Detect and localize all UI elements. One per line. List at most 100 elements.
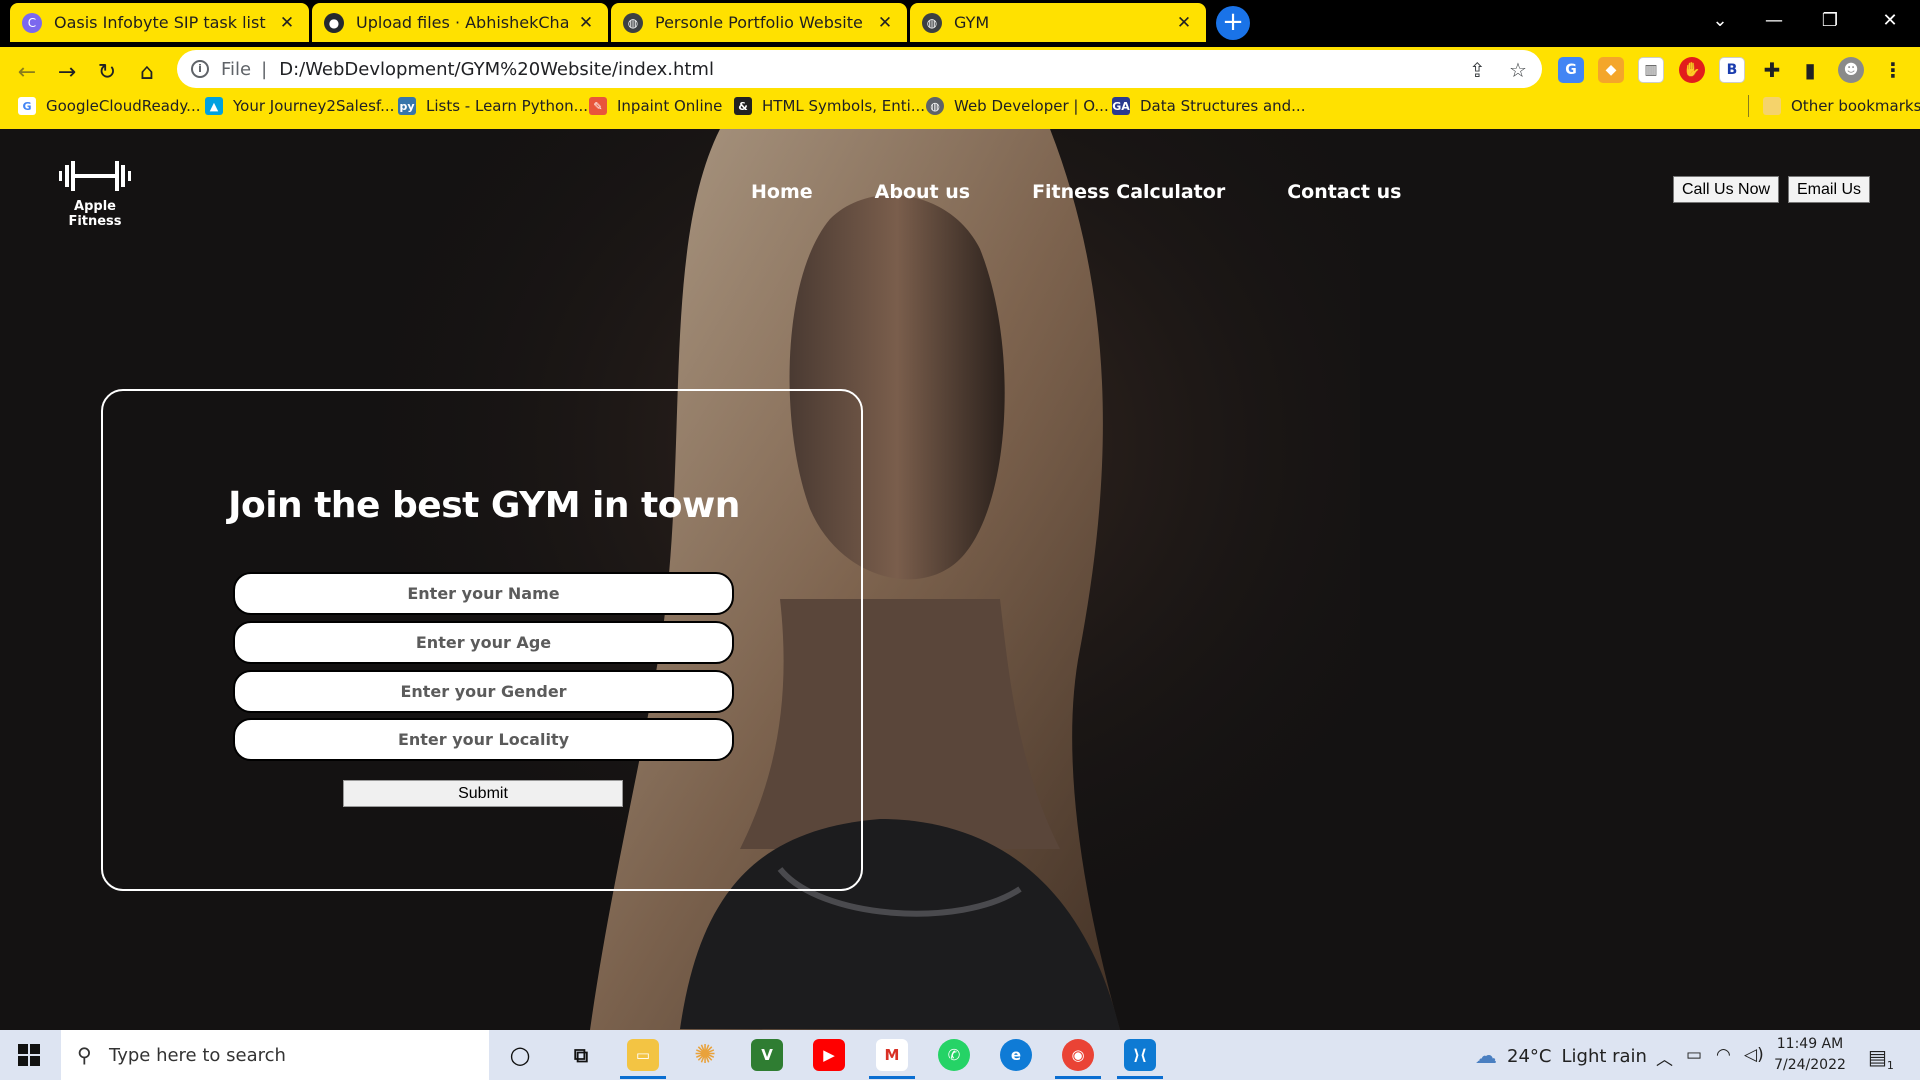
- taskbar-clock[interactable]: 11:49 AM 7/24/2022: [1770, 1034, 1850, 1076]
- globe-icon: ◍: [623, 12, 643, 33]
- edge-icon[interactable]: e: [1000, 1039, 1032, 1071]
- bookmark-item[interactable]: G GoogleCloudReady...: [18, 92, 200, 120]
- weather-temp: 24°C: [1507, 1046, 1552, 1067]
- logo-caption: Apple Fitness: [68, 199, 122, 229]
- windows-start-icon[interactable]: [18, 1044, 40, 1066]
- back-button[interactable]: ←: [10, 55, 44, 89]
- reader-icon[interactable]: ▥: [1638, 57, 1664, 83]
- dumbbell-icon: [59, 161, 131, 191]
- clock-date: 7/24/2022: [1774, 1057, 1846, 1073]
- inpaint-icon: ✎: [589, 97, 607, 115]
- vim-icon[interactable]: V: [751, 1039, 783, 1071]
- restore-button[interactable]: ❐: [1802, 0, 1858, 40]
- google-icon: G: [18, 97, 36, 115]
- gender-input[interactable]: Enter your Gender: [233, 670, 734, 713]
- file-explorer-icon[interactable]: ▭: [627, 1039, 659, 1071]
- call-us-now-button[interactable]: Call Us Now: [1673, 176, 1780, 203]
- google-translate-icon[interactable]: G: [1558, 57, 1584, 83]
- close-window-button[interactable]: ✕: [1862, 0, 1918, 40]
- age-input[interactable]: Enter your Age: [233, 621, 734, 664]
- side-panel-icon[interactable]: ▮: [1797, 57, 1823, 83]
- name-input[interactable]: Enter your Name: [233, 572, 734, 615]
- menu-kebab-icon[interactable]: ⋮: [1880, 57, 1906, 83]
- task-view-icon[interactable]: ⧉: [565, 1039, 597, 1071]
- weather-widget[interactable]: ☁ 24°C Light rain: [1475, 1044, 1647, 1069]
- extension-cube-icon[interactable]: ◆: [1598, 57, 1624, 83]
- reload-button[interactable]: ↻: [90, 55, 124, 89]
- globe-icon: ◍: [922, 12, 942, 33]
- browser-tab-gym[interactable]: ◍ GYM ✕: [910, 3, 1206, 42]
- url-text[interactable]: D:/WebDevlopment/GYM%20Website/index.htm…: [279, 59, 714, 80]
- browser-tab-oasis[interactable]: C Oasis Infobyte SIP task list ✕: [10, 3, 309, 42]
- url-separator: |: [261, 58, 268, 80]
- cortana-icon[interactable]: ○: [504, 1039, 536, 1071]
- share-icon[interactable]: ⇪: [1469, 58, 1486, 82]
- notification-count: 1: [1886, 1059, 1894, 1072]
- chrome-icon[interactable]: ◉: [1062, 1039, 1094, 1071]
- address-bar[interactable]: i File | D:/WebDevlopment/GYM%20Website/…: [177, 50, 1542, 88]
- salesforce-icon: ▲: [205, 97, 223, 115]
- extension-b-icon[interactable]: B: [1719, 57, 1745, 83]
- bookmark-label: Data Structures and...: [1140, 97, 1306, 115]
- new-tab-button[interactable]: +: [1216, 6, 1250, 40]
- tab-title: Upload files · AbhishekChavan00: [356, 13, 568, 32]
- tab-title: GYM: [954, 13, 990, 32]
- wifi-icon[interactable]: ◠: [1716, 1045, 1731, 1065]
- bookmarks-divider: [1748, 95, 1749, 117]
- close-tab-icon[interactable]: ✕: [277, 13, 297, 33]
- tab-title: Personle Portfolio Website: [655, 13, 863, 32]
- nav-contact-us[interactable]: Contact us: [1287, 181, 1401, 203]
- site-logo[interactable]: Apple Fitness: [49, 159, 141, 229]
- site-info-icon[interactable]: i: [191, 60, 209, 78]
- photos-pinwheel-icon[interactable]: ✺: [689, 1039, 721, 1071]
- nav-home[interactable]: Home: [751, 181, 813, 203]
- notification-center-icon[interactable]: ▤1: [1868, 1045, 1894, 1072]
- gym-page: Apple Fitness Home About us Fitness Calc…: [0, 129, 1920, 1030]
- browser-tab-strip: C Oasis Infobyte SIP task list ✕ ● Uploa…: [0, 0, 1920, 47]
- show-hidden-icons-chevron[interactable]: ︿: [1656, 1045, 1673, 1070]
- tab-search-chevron-icon[interactable]: ⌄: [1692, 0, 1748, 40]
- gfg-icon: GA: [1112, 97, 1130, 115]
- bookmark-item[interactable]: ◍ Web Developer | O...: [926, 92, 1109, 120]
- browser-tab-github[interactable]: ● Upload files · AbhishekChavan00 ✕: [312, 3, 608, 42]
- gmail-icon[interactable]: M: [876, 1039, 908, 1071]
- bookmark-label: Your Journey2Salesf...: [233, 97, 395, 115]
- bookmark-item[interactable]: GA Data Structures and...: [1112, 92, 1305, 120]
- bookmark-item[interactable]: & HTML Symbols, Enti...: [734, 92, 925, 120]
- join-form-card: Join the best GYM in town Enter your Nam…: [101, 389, 863, 891]
- locality-input[interactable]: Enter your Locality: [233, 718, 734, 761]
- bookmark-star-icon[interactable]: ☆: [1509, 58, 1527, 82]
- github-icon: ●: [324, 12, 344, 33]
- nav-fitness-calculator[interactable]: Fitness Calculator: [1032, 181, 1225, 203]
- bookmarks-bar: G GoogleCloudReady... ▲ Your Journey2Sal…: [0, 92, 1920, 124]
- minimize-button[interactable]: —: [1746, 0, 1802, 40]
- bookmark-item[interactable]: py Lists - Learn Python...: [398, 92, 588, 120]
- close-tab-icon[interactable]: ✕: [576, 13, 596, 33]
- browser-tab-portfolio[interactable]: ◍ Personle Portfolio Website ✕: [611, 3, 907, 42]
- nav-about-us[interactable]: About us: [875, 181, 970, 203]
- bookmark-item[interactable]: ▲ Your Journey2Salesf...: [205, 92, 394, 120]
- battery-icon[interactable]: ▭: [1686, 1045, 1702, 1065]
- bookmark-label: Web Developer | O...: [954, 97, 1109, 115]
- vscode-icon[interactable]: ⟩⟨: [1124, 1039, 1156, 1071]
- forward-button[interactable]: →: [50, 55, 84, 89]
- clickup-icon: C: [22, 12, 42, 33]
- bookmark-folder-other[interactable]: Other bookmarks: [1748, 92, 1920, 120]
- python-icon: py: [398, 97, 416, 115]
- search-placeholder: Type here to search: [109, 1044, 286, 1066]
- close-tab-icon[interactable]: ✕: [1174, 13, 1194, 33]
- adblock-icon[interactable]: ✋: [1679, 57, 1705, 83]
- extensions-puzzle-icon[interactable]: ✚: [1759, 57, 1785, 83]
- bookmark-label: Lists - Learn Python...: [426, 97, 588, 115]
- home-button[interactable]: ⌂: [130, 55, 164, 89]
- submit-button[interactable]: Submit: [343, 780, 623, 807]
- taskbar-search-box[interactable]: ⚲ Type here to search: [61, 1030, 489, 1080]
- close-tab-icon[interactable]: ✕: [875, 13, 895, 33]
- profile-avatar[interactable]: ☻: [1838, 57, 1864, 83]
- clock-time: 11:49 AM: [1776, 1036, 1844, 1052]
- whatsapp-icon[interactable]: ✆: [938, 1039, 970, 1071]
- volume-icon[interactable]: ◁): [1744, 1045, 1764, 1065]
- email-us-button[interactable]: Email Us: [1788, 176, 1871, 203]
- youtube-icon[interactable]: ▶: [813, 1039, 845, 1071]
- bookmark-item[interactable]: ✎ Inpaint Online: [589, 92, 722, 120]
